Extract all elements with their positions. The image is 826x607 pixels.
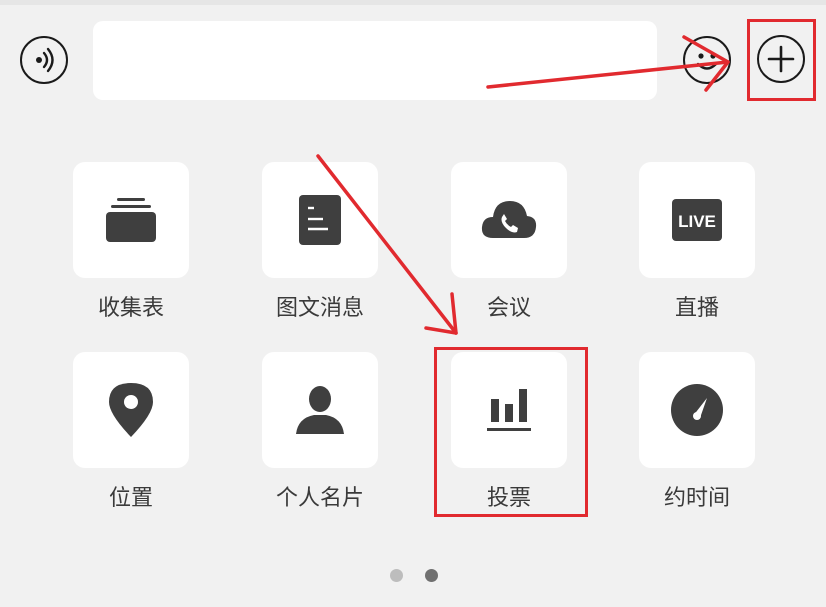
contact-card-label: 个人名片: [275, 486, 364, 511]
meeting-tile[interactable]: [451, 162, 567, 278]
live-icon-text: LIVE: [678, 212, 716, 231]
emoji-icon[interactable]: [683, 36, 731, 84]
panel-item-collect-form[interactable]: 收集表: [71, 162, 191, 322]
message-input[interactable]: [93, 21, 657, 100]
article-label: 图文消息: [275, 296, 364, 321]
person-icon: [296, 386, 344, 434]
stack-folder-icon: [106, 198, 156, 242]
contact-card-tile[interactable]: [262, 352, 378, 468]
location-label: 位置: [108, 486, 153, 511]
live-tile[interactable]: LIVE: [639, 162, 755, 278]
live-label: 直播: [674, 296, 719, 321]
panel-item-schedule[interactable]: 约时间: [637, 352, 757, 512]
gauge-icon: [671, 384, 723, 436]
top-divider: [0, 0, 826, 5]
cloud-phone-icon: [481, 201, 537, 238]
panel-item-contact-card[interactable]: 个人名片: [260, 352, 380, 512]
collect-form-tile[interactable]: [73, 162, 189, 278]
location-pin-icon: [109, 383, 153, 437]
vote-highlight-box: [434, 347, 588, 517]
schedule-tile[interactable]: [639, 352, 755, 468]
panel-item-meeting[interactable]: 会议: [449, 162, 569, 322]
document-icon: [299, 195, 341, 245]
voice-input-icon[interactable]: [20, 36, 68, 84]
schedule-label: 约时间: [663, 486, 730, 511]
panel-item-article[interactable]: 图文消息: [260, 162, 380, 322]
pager-dot-1[interactable]: [390, 569, 403, 582]
location-tile[interactable]: [73, 352, 189, 468]
meeting-label: 会议: [486, 296, 531, 321]
plus-button-highlight-box: [747, 19, 816, 101]
panel-item-live[interactable]: LIVE 直播: [637, 162, 757, 322]
live-icon: LIVE: [672, 199, 722, 241]
collect-form-label: 收集表: [97, 296, 164, 321]
article-tile[interactable]: [262, 162, 378, 278]
panel-item-location[interactable]: 位置: [71, 352, 191, 512]
pager-dot-2[interactable]: [425, 569, 438, 582]
chat-input-bar: [0, 18, 826, 106]
